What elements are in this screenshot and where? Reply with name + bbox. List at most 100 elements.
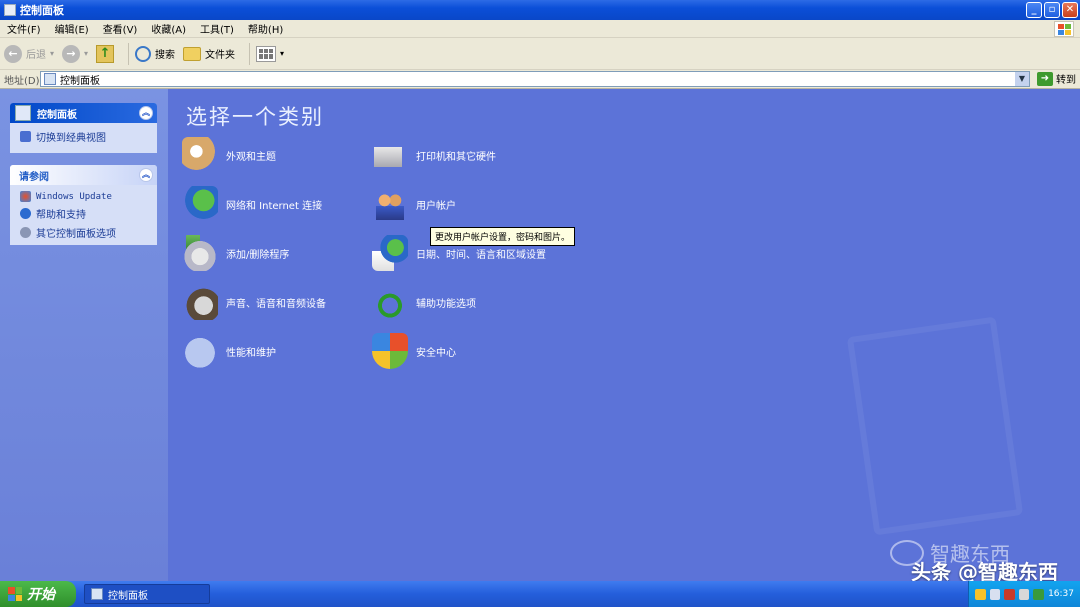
category-printers[interactable]: 打印机和其它硬件 (372, 137, 496, 173)
up-button[interactable]: ↑ (96, 44, 115, 63)
category-sound[interactable]: 声音、语音和音频设备 (182, 284, 326, 320)
address-dropdown-icon[interactable]: ▼ (1015, 72, 1029, 86)
switch-classic-view-link[interactable]: 切换到经典视图 (10, 123, 157, 146)
speaker-icon (182, 284, 218, 320)
calendar-globe-icon (372, 235, 408, 271)
windows-update-icon (20, 191, 31, 202)
address-bar: 地址(D) 控制面板 ▼ ➜ 转到 (0, 70, 1080, 89)
category-view: 选择一个类别 外观和主题 网络和 Internet 连接 添加/删除程序 声音、… (168, 89, 1080, 581)
toolbar-separator (249, 42, 251, 65)
go-label: 转到 (1056, 75, 1076, 86)
toolbar: ← 后退 ▾ → ▾ ↑ 搜索 文件夹 ▾ (0, 38, 1080, 70)
page-title: 选择一个类别 (186, 105, 324, 129)
menu-file[interactable]: 文件(F) (0, 21, 48, 36)
taskbar-item-control-panel[interactable]: 控制面板 (84, 584, 210, 604)
globe-network-icon (182, 186, 218, 222)
classic-view-icon (20, 131, 31, 142)
category-user-accounts[interactable]: 用户帐户 (372, 186, 456, 222)
category-label: 辅助功能选项 (416, 298, 476, 310)
menu-view[interactable]: 查看(V) (96, 21, 145, 36)
category-label: 打印机和其它硬件 (416, 151, 496, 163)
address-field[interactable]: 控制面板 ▼ (40, 71, 1030, 87)
window-controls: _ ▫ ✕ (1026, 2, 1078, 18)
see-also-header[interactable]: 请参阅 ︽ (10, 165, 157, 185)
forward-button[interactable]: → ▾ (62, 44, 88, 63)
search-label: 搜索 (155, 50, 176, 61)
views-button[interactable]: ▾ (256, 45, 285, 62)
control-panel-task-header[interactable]: 控制面板 ︽ (10, 103, 157, 123)
printer-icon (372, 137, 408, 173)
task-pane: 控制面板 ︽ 切换到经典视图 请参阅 ︽ Windows Update 帮助和支… (0, 89, 168, 581)
help-icon (20, 208, 31, 219)
accessibility-icon (372, 284, 408, 320)
views-dropdown-icon: ▾ (280, 49, 285, 58)
control-panel-task-box: 控制面板 ︽ 切换到经典视图 (10, 103, 157, 153)
help-support-label: 帮助和支持 (36, 210, 86, 221)
folders-label: 文件夹 (205, 50, 236, 61)
control-panel-icon (44, 73, 56, 85)
network-icon[interactable] (989, 588, 1001, 600)
windows-logo-icon (8, 587, 22, 601)
search-icon (135, 45, 152, 62)
folder-up-icon: ↑ (96, 44, 115, 63)
collapse-chevron-icon[interactable]: ︽ (139, 168, 153, 182)
cd-install-icon (182, 235, 218, 271)
volume-icon[interactable] (1018, 588, 1030, 600)
windows-update-label: Windows Update (36, 191, 112, 202)
start-label: 开始 (27, 587, 55, 603)
category-appearance[interactable]: 外观和主题 (182, 137, 276, 173)
control-panel-icon (91, 588, 103, 600)
system-tray: 16:37 (968, 581, 1080, 607)
category-label: 声音、语音和音频设备 (226, 298, 326, 310)
folders-button[interactable]: 文件夹 (183, 46, 235, 61)
task-header-title: 控制面板 (37, 109, 77, 121)
maximize-button[interactable]: ▫ (1044, 2, 1060, 18)
control-panel-watermark-icon (846, 316, 1024, 536)
antivirus-icon[interactable] (1004, 588, 1015, 600)
address-value: 控制面板 (60, 75, 100, 87)
other-options-link[interactable]: 其它控制面板选项 (10, 223, 157, 242)
menu-help[interactable]: 帮助(H) (241, 21, 290, 36)
toolbar-separator (128, 42, 130, 65)
menu-favorites[interactable]: 收藏(A) (144, 21, 193, 36)
security-alert-icon[interactable] (975, 588, 986, 600)
tooltip: 更改用户帐户设置，密码和图片。 (430, 227, 576, 246)
collapse-chevron-icon[interactable]: ︽ (139, 106, 153, 120)
help-support-link[interactable]: 帮助和支持 (10, 204, 157, 223)
category-label: 网络和 Internet 连接 (226, 200, 323, 212)
window-title: 控制面板 (20, 4, 64, 17)
menu-edit[interactable]: 编辑(E) (48, 21, 96, 36)
users-icon (372, 186, 408, 222)
category-performance[interactable]: 性能和维护 (182, 333, 276, 369)
minimize-button[interactable]: _ (1026, 2, 1042, 18)
control-panel-icon (4, 4, 16, 16)
category-label: 日期、时间、语言和区域设置 (416, 249, 546, 261)
category-accessibility[interactable]: 辅助功能选项 (372, 284, 476, 320)
see-also-title: 请参阅 (19, 171, 49, 183)
switch-classic-view-label: 切换到经典视图 (36, 133, 106, 144)
menu-bar: 文件(F) 编辑(E) 查看(V) 收藏(A) 工具(T) 帮助(H) (0, 20, 1080, 38)
update-icon[interactable] (1033, 588, 1045, 600)
gear-icon (20, 227, 31, 238)
category-add-remove[interactable]: 添加/删除程序 (182, 235, 289, 271)
views-icon (256, 45, 277, 62)
category-network[interactable]: 网络和 Internet 连接 (182, 186, 322, 222)
back-label: 后退 (26, 50, 46, 61)
back-button[interactable]: ← 后退 ▾ (4, 44, 54, 63)
taskbar: 开始 控制面板 16:37 (0, 581, 1080, 607)
back-arrow-icon: ← (4, 44, 22, 63)
search-button[interactable]: 搜索 (135, 45, 176, 62)
start-button[interactable]: 开始 (0, 581, 76, 607)
category-label: 性能和维护 (226, 347, 276, 359)
category-label: 添加/删除程序 (226, 249, 290, 261)
category-security-center[interactable]: 安全中心 (372, 333, 456, 369)
forward-dropdown-icon[interactable]: ▾ (84, 49, 88, 58)
windows-update-link[interactable]: Windows Update (10, 185, 157, 204)
address-label: 地址(D) (4, 75, 40, 87)
shield-icon (372, 333, 408, 369)
close-button[interactable]: ✕ (1062, 2, 1078, 18)
back-dropdown-icon[interactable]: ▾ (50, 49, 54, 58)
go-button[interactable]: ➜ 转到 (1037, 71, 1076, 86)
menu-tools[interactable]: 工具(T) (193, 21, 241, 36)
clock[interactable]: 16:37 (1048, 589, 1074, 599)
